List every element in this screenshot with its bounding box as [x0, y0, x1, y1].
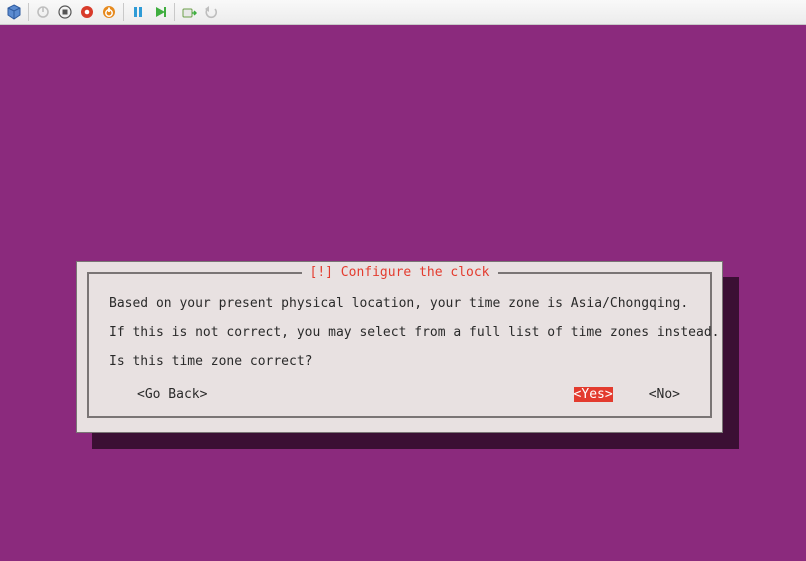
undo-icon	[201, 2, 221, 22]
dialog-text-line-1: Based on your present physical location,…	[109, 296, 690, 311]
vm-toolbar	[0, 0, 806, 25]
configure-clock-dialog: [!] Configure the clock Based on your pr…	[76, 261, 723, 433]
dialog-button-row: <Go Back> <Yes> <No>	[109, 387, 690, 402]
vm-display: [!] Configure the clock Based on your pr…	[0, 25, 806, 561]
power-off-icon[interactable]	[99, 2, 119, 22]
power-on-icon	[33, 2, 53, 22]
toolbar-separator	[123, 3, 124, 21]
yes-button[interactable]: <Yes>	[574, 387, 613, 402]
snapshot-icon[interactable]	[179, 2, 199, 22]
dialog-title: [!] Configure the clock	[301, 265, 497, 280]
dialog-text-line-3: Is this time zone correct?	[109, 354, 690, 369]
no-button[interactable]: <No>	[649, 387, 680, 402]
settings-cube-icon[interactable]	[4, 2, 24, 22]
toolbar-separator	[174, 3, 175, 21]
dialog-frame: [!] Configure the clock Based on your pr…	[87, 272, 712, 418]
reset-icon[interactable]	[77, 2, 97, 22]
stop-icon[interactable]	[55, 2, 75, 22]
dialog-text-line-2: If this is not correct, you may select f…	[109, 325, 690, 340]
go-back-button[interactable]: <Go Back>	[137, 387, 207, 402]
toolbar-separator	[28, 3, 29, 21]
play-icon[interactable]	[150, 2, 170, 22]
pause-icon[interactable]	[128, 2, 148, 22]
